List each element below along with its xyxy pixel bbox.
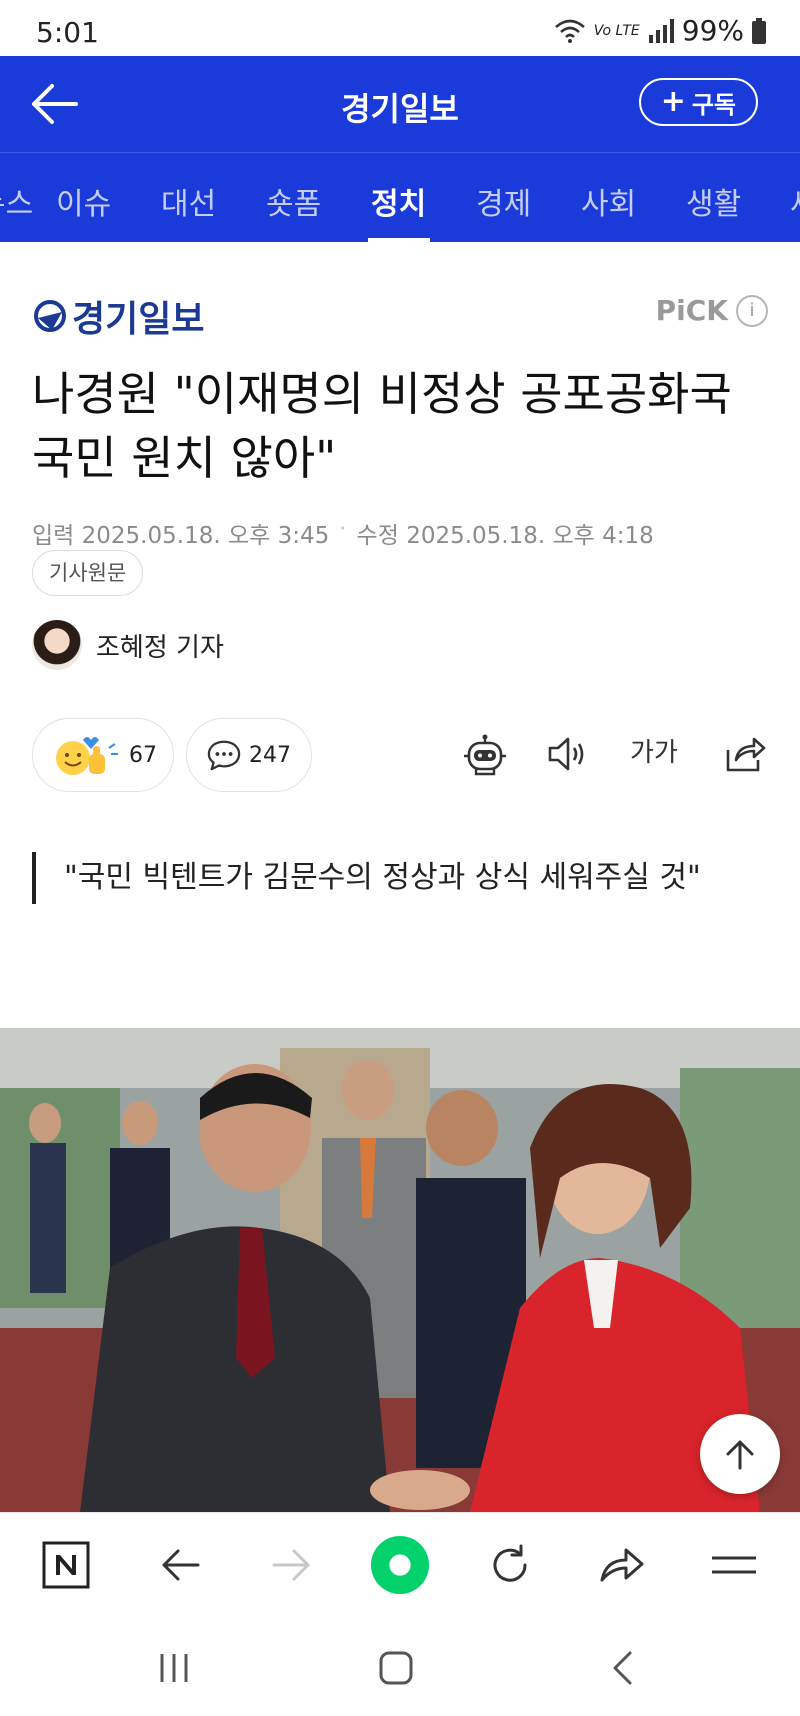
- comment-count: 247: [249, 742, 291, 768]
- home-button[interactable]: [366, 1646, 426, 1690]
- speaker-icon: [548, 737, 584, 771]
- robot-icon: [464, 734, 506, 776]
- naver-n-icon: [42, 1541, 90, 1589]
- home-square-icon: [379, 1651, 413, 1685]
- arrow-left-icon: [162, 1549, 200, 1581]
- battery-icon: [752, 17, 766, 44]
- refresh-button[interactable]: [480, 1535, 540, 1595]
- modified-label: 수정: [356, 523, 399, 549]
- category-tabs: 뉴스 이슈 대선 숏폼 정치 경제 사회 생활 세계: [0, 152, 800, 242]
- date-separator: ·: [339, 516, 347, 542]
- arrow-up-icon: [726, 1440, 754, 1470]
- pick-badge[interactable]: PiCK i: [656, 294, 768, 327]
- recent-apps-icon: [160, 1654, 188, 1682]
- tab-economy[interactable]: 경제: [476, 179, 531, 223]
- status-icons: Vo LTE 99%: [554, 14, 766, 47]
- subscribe-label: 구독: [691, 90, 736, 119]
- tab-shortform[interactable]: 숏폼: [266, 179, 321, 223]
- share-page-button[interactable]: [592, 1535, 652, 1595]
- tab-election[interactable]: 대선: [161, 179, 216, 223]
- hamburger-icon: [712, 1556, 756, 1574]
- article-photo[interactable]: [0, 1028, 800, 1512]
- tab-world[interactable]: 세계: [790, 179, 800, 223]
- reaction-button[interactable]: 67: [32, 718, 174, 792]
- active-tab-indicator: [368, 238, 430, 242]
- battery-percent: 99%: [681, 14, 744, 47]
- reporter[interactable]: 조혜정 기자: [32, 620, 224, 670]
- system-nav-bar: [0, 1616, 800, 1716]
- scroll-top-button[interactable]: [700, 1414, 780, 1494]
- refresh-icon: [493, 1544, 527, 1582]
- chevron-left-icon: [613, 1651, 632, 1685]
- system-back-button[interactable]: [592, 1646, 652, 1690]
- info-icon[interactable]: i: [736, 294, 768, 327]
- press-logo[interactable]: 경기일보: [34, 290, 204, 342]
- input-date: 2025.05.18. 오후 3:45: [81, 523, 330, 549]
- photo-illustration: [0, 1028, 800, 1512]
- share-button[interactable]: [724, 734, 766, 778]
- tab-issue[interactable]: 이슈: [56, 179, 111, 223]
- tab-society[interactable]: 사회: [581, 179, 636, 223]
- tab-life[interactable]: 생활: [686, 179, 741, 223]
- tab-politics[interactable]: 정치: [371, 179, 426, 223]
- tab-news[interactable]: 뉴스: [0, 179, 33, 223]
- comment-button[interactable]: 247: [186, 718, 312, 792]
- recent-apps-button[interactable]: [144, 1646, 204, 1690]
- status-time: 5:01: [36, 16, 99, 49]
- article-dates: 입력 2025.05.18. 오후 3:45 · 수정 2025.05.18. …: [32, 516, 654, 550]
- article-headline: 나경원 "이재명의 비정상 공포공화국 국민 원치 않아": [32, 367, 732, 485]
- network-label: Vo LTE: [593, 22, 640, 39]
- arrow-right-icon: [272, 1549, 310, 1581]
- top-bar: 경기일보 + 구독: [0, 56, 800, 152]
- share-arrow-icon: [600, 1548, 644, 1582]
- font-size-button[interactable]: 가가: [630, 732, 678, 769]
- font-size-icon: 가가: [630, 738, 678, 768]
- pick-label: PiCK: [655, 294, 728, 327]
- reaction-emoji-icon: [53, 732, 121, 778]
- article-subtitle: "국민 빅텐트가 김문수의 정상과 상식 세워주실 것": [32, 852, 752, 904]
- browser-toolbar: [0, 1512, 800, 1616]
- share-icon: [726, 737, 766, 772]
- input-label: 입력: [32, 523, 75, 549]
- press-name: 경기일보: [72, 299, 205, 340]
- modified-date: 2025.05.18. 오후 4:18: [406, 523, 654, 549]
- comment-icon: [207, 740, 241, 771]
- menu-button[interactable]: [704, 1535, 764, 1595]
- original-article-button[interactable]: 기사원문: [32, 550, 144, 596]
- summary-bot-button[interactable]: [462, 734, 508, 780]
- wifi-icon: [554, 19, 585, 43]
- browser-forward-button[interactable]: [262, 1535, 322, 1595]
- plus-icon: +: [660, 84, 686, 119]
- green-dot-icon: [370, 1535, 430, 1595]
- press-row: 경기일보 PiCK i: [34, 290, 768, 340]
- signal-icon: [648, 18, 674, 43]
- subscribe-button[interactable]: + 구독: [638, 78, 758, 126]
- naver-home-button[interactable]: [36, 1535, 96, 1595]
- article-actions: 67 247 가가: [32, 718, 772, 792]
- reaction-count: 67: [129, 742, 157, 768]
- press-emblem-icon: [34, 300, 66, 332]
- reporter-name: 조혜정 기자: [96, 632, 224, 663]
- status-bar: 5:01 Vo LTE 99%: [0, 0, 800, 56]
- green-dot-button[interactable]: [370, 1535, 430, 1595]
- browser-back-button[interactable]: [150, 1535, 210, 1595]
- listen-button[interactable]: [546, 734, 588, 778]
- reporter-avatar: [32, 620, 82, 670]
